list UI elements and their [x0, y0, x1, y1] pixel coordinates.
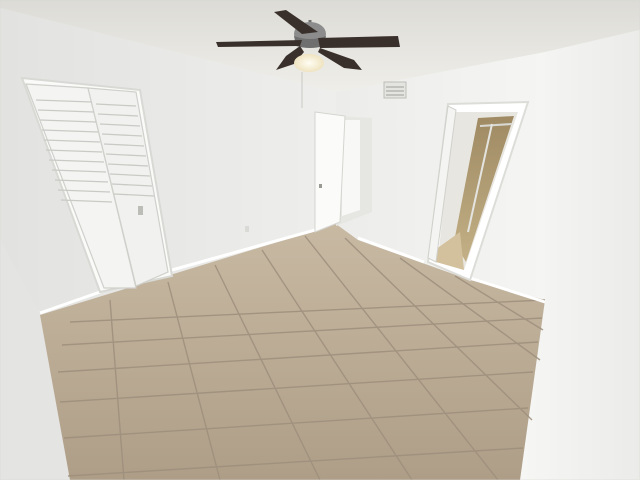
room-illustration	[0, 0, 640, 480]
hallway-doorway	[314, 111, 372, 233]
fan-blade	[318, 36, 400, 48]
light-fixture	[294, 54, 324, 72]
wall-outlet	[245, 226, 249, 232]
bedroom-photo	[0, 0, 640, 480]
air-vent	[383, 81, 407, 99]
